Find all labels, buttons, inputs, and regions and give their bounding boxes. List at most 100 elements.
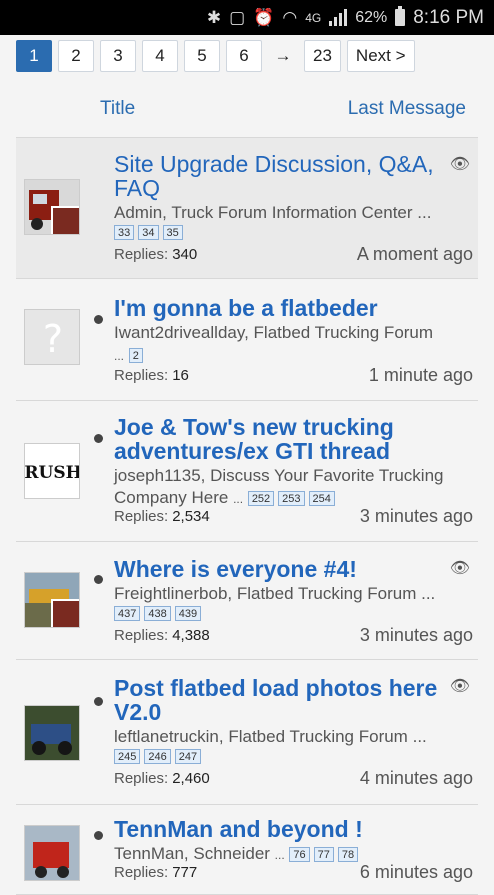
thread-list: Site Upgrade Discussion, Q&A, FAQ Admin,… (16, 137, 478, 895)
rush-logo-avatar: RUSH (25, 444, 80, 498)
ellipsis: ... (233, 492, 244, 506)
thread-row[interactable]: RUSH Joe & Tow's new trucking adventures… (16, 401, 478, 542)
avatar[interactable] (24, 572, 80, 628)
page-links: 245 246 247 (114, 749, 202, 765)
svg-text:?: ? (43, 317, 63, 361)
page-link[interactable]: 439 (174, 606, 202, 622)
page-link[interactable]: 2 (128, 348, 143, 364)
last-message-time[interactable]: 3 minutes ago (360, 625, 473, 646)
avatar[interactable] (24, 825, 80, 881)
ellipsis: ... (114, 349, 125, 363)
page-2[interactable]: 2 (58, 40, 94, 72)
page-1[interactable]: 1 (16, 40, 52, 72)
ellipsis: ... (417, 203, 432, 222)
eye-icon: 👁 (449, 156, 470, 173)
page-link[interactable]: 254 (308, 491, 335, 507)
avatar[interactable] (24, 179, 80, 235)
clock: 8:16 PM (413, 6, 484, 28)
page-link[interactable]: 35 (162, 225, 183, 241)
red-truck-avatar (25, 826, 79, 880)
thread-starter-forum[interactable]: leftlanetruckin, Flatbed Trucking Forum (114, 727, 408, 746)
page-4[interactable]: 4 (142, 40, 178, 72)
unread-dot-icon (94, 831, 103, 840)
page-link[interactable]: 33 (114, 225, 135, 241)
replies-count: Replies: 16 (114, 367, 189, 384)
avatar[interactable]: ? (24, 309, 80, 365)
thread-row[interactable]: Site Upgrade Discussion, Q&A, FAQ Admin,… (16, 138, 478, 279)
thread-starter-forum[interactable]: Freightlinerbob, Flatbed Trucking Forum (114, 584, 416, 603)
thread-title[interactable]: Post flatbed load photos here V2.0 (114, 676, 472, 724)
thread-row[interactable]: TennMan and beyond ! TennMan, Schneider … (16, 805, 478, 895)
secondary-avatar (51, 599, 79, 627)
thread-starter-forum[interactable]: Admin, Truck Forum Information Center (114, 203, 413, 222)
unread-dot-icon (94, 697, 103, 706)
page-link[interactable]: 78 (337, 847, 359, 863)
page-link[interactable]: 253 (278, 491, 305, 507)
thread-starter-forum[interactable]: TennMan, Schneider (114, 844, 270, 863)
page-skip-arrow: → (274, 46, 292, 65)
secondary-avatar (51, 206, 79, 234)
signal-icon (329, 9, 348, 26)
page-link[interactable]: 252 (247, 491, 275, 507)
bluetooth-icon: ✱ (206, 7, 222, 27)
replies-count: Replies: 777 (114, 864, 198, 881)
page-3[interactable]: 3 (100, 40, 136, 72)
alarm-icon: ⏰ (253, 7, 275, 27)
replies-count: Replies: 340 (114, 246, 198, 263)
thread-row[interactable]: ? I'm gonna be a flatbeder Iwant2driveal… (16, 279, 478, 401)
page-6[interactable]: 6 (226, 40, 262, 72)
ellipsis: ... (421, 584, 436, 603)
next-page-button[interactable]: Next > (346, 40, 415, 72)
page-link[interactable]: 34 (138, 225, 159, 241)
question-avatar-icon: ? (25, 310, 79, 364)
eye-icon: 👁 (449, 560, 470, 577)
page-link[interactable]: 247 (174, 749, 202, 765)
eye-icon: 👁 (449, 678, 470, 695)
thread-title[interactable]: Site Upgrade Discussion, Q&A, FAQ (114, 152, 472, 200)
avatar[interactable]: RUSH (24, 443, 80, 499)
status-bar: ✱ ▢ ⏰ ◠ 4G 62% 8:16 PM (0, 0, 494, 35)
page-links: 252 253 254 (247, 491, 335, 507)
page-links: 76 77 78 (289, 847, 359, 863)
sort-by-title[interactable]: Title (100, 98, 135, 120)
offroad-photo-avatar (25, 706, 79, 760)
replies-count: Replies: 2,460 (114, 770, 210, 787)
last-message-time[interactable]: 3 minutes ago (360, 506, 473, 527)
thread-title[interactable]: I'm gonna be a flatbeder (114, 296, 472, 320)
nfc-icon: ▢ (229, 7, 246, 27)
page-5[interactable]: 5 (184, 40, 220, 72)
page-links: 2 (128, 348, 143, 364)
page-link[interactable]: 245 (114, 749, 141, 765)
wifi-icon: ◠ (282, 7, 298, 27)
thread-row[interactable]: Post flatbed load photos here V2.0 leftl… (16, 660, 478, 805)
thread-title[interactable]: TennMan and beyond ! (114, 817, 472, 841)
battery-icon (395, 6, 406, 26)
page-last[interactable]: 23 (304, 40, 341, 72)
column-headers: Title Last Message (0, 98, 494, 126)
avatar[interactable] (24, 705, 80, 761)
svg-text:RUSH: RUSH (25, 463, 80, 483)
last-message-time[interactable]: A moment ago (357, 244, 473, 265)
last-message-time[interactable]: 1 minute ago (369, 365, 473, 386)
sort-by-last-message[interactable]: Last Message (348, 98, 466, 120)
thread-starter-forum[interactable]: Iwant2driveallday, Flatbed Trucking Foru… (114, 323, 433, 342)
page-link[interactable]: 76 (289, 847, 310, 863)
thread-title[interactable]: Where is everyone #4! (114, 557, 472, 581)
page-link[interactable]: 246 (144, 749, 171, 765)
thread-row[interactable]: Where is everyone #4! Freightlinerbob, F… (16, 542, 478, 660)
thread-title[interactable]: Joe & Tow's new trucking adventures/ex G… (114, 415, 472, 463)
pagination: 1 2 3 4 5 6 → 23 Next > (16, 40, 415, 72)
unread-dot-icon (94, 575, 103, 584)
replies-count: Replies: 4,388 (114, 627, 210, 644)
last-message-time[interactable]: 4 minutes ago (360, 768, 473, 789)
page-link[interactable]: 437 (114, 606, 141, 622)
last-message-time[interactable]: 6 minutes ago (360, 862, 473, 883)
page-link[interactable]: 77 (313, 847, 334, 863)
page-link[interactable]: 438 (144, 606, 171, 622)
unread-dot-icon (94, 434, 103, 443)
network-type: 4G (305, 10, 322, 25)
page-links: 437 438 439 (114, 606, 202, 622)
battery-percent: 62% (355, 8, 388, 26)
ellipsis: ... (274, 848, 285, 862)
replies-count: Replies: 2,534 (114, 508, 210, 525)
